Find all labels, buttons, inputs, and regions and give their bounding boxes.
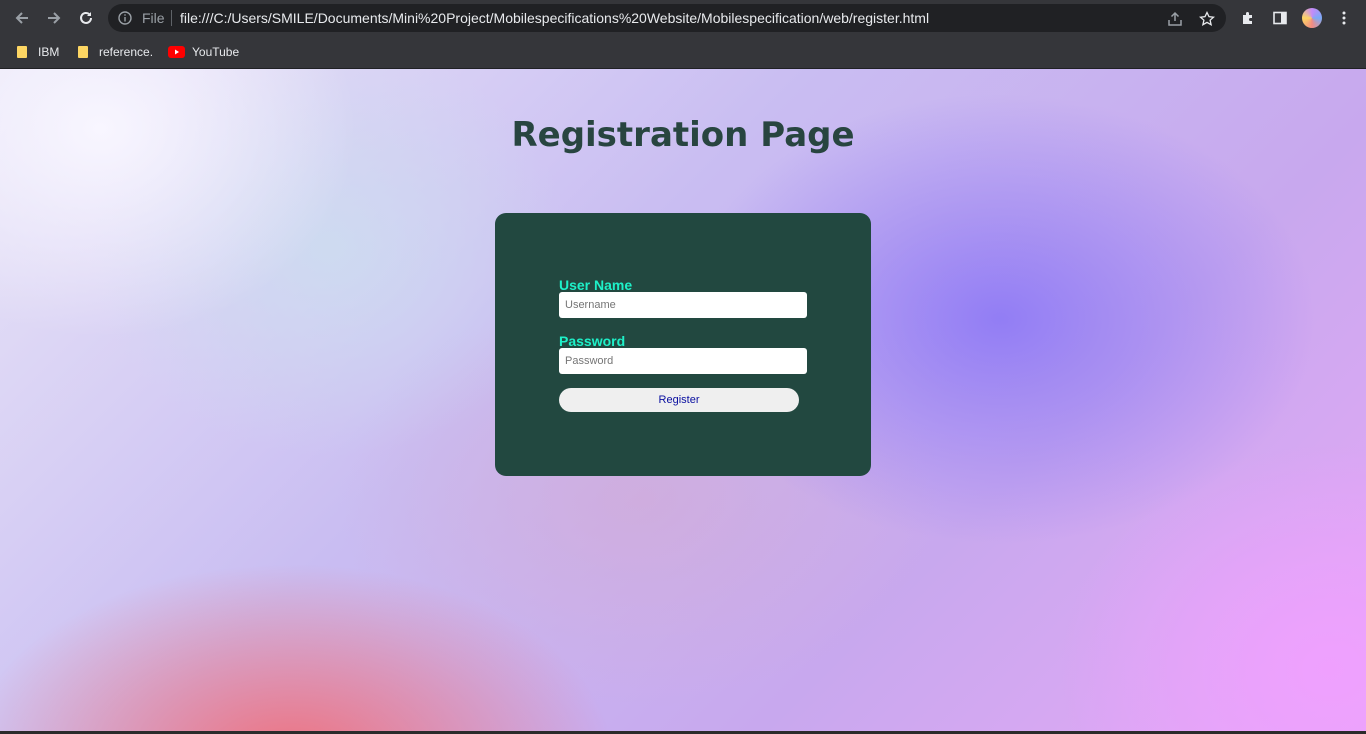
back-button[interactable] (10, 6, 34, 30)
bookmark-reference[interactable]: reference. (77, 42, 153, 62)
url-text[interactable]: file:///C:/Users/SMILE/Documents/Mini%20… (180, 4, 929, 32)
arrow-right-icon (48, 12, 61, 24)
bookmark-label: YouTube (192, 45, 240, 59)
omnibox-separator (171, 10, 172, 26)
browser-toolbar: File file:///C:/Users/SMILE/Documents/Mi… (0, 0, 1366, 36)
password-input[interactable] (559, 348, 807, 374)
page-title: Registration Page (511, 115, 855, 155)
avatar-image (1302, 8, 1322, 28)
bookmark-label: reference. (99, 45, 154, 59)
register-button[interactable]: Register (559, 388, 799, 412)
file-scheme-label[interactable]: File (142, 4, 165, 32)
folder-icon (77, 45, 89, 59)
youtube-icon (168, 46, 185, 58)
info-icon[interactable] (118, 11, 132, 30)
share-icon[interactable] (1166, 10, 1184, 28)
registration-form: User Name Password Register (495, 213, 871, 476)
profile-avatar[interactable] (1302, 8, 1322, 28)
bookmark-label: IBM (38, 45, 60, 59)
extensions-icon[interactable] (1238, 8, 1258, 28)
side-panel-icon[interactable] (1270, 8, 1290, 28)
bookmarks-bar: IBM reference. YouTube (0, 36, 1366, 69)
arrow-left-icon (15, 12, 28, 24)
password-label: Password (559, 333, 626, 349)
menu-kebab-icon[interactable] (1334, 8, 1354, 28)
bookmark-ibm[interactable]: IBM (16, 42, 59, 62)
reload-button[interactable] (74, 6, 98, 30)
bookmark-youtube[interactable]: YouTube (168, 42, 239, 62)
username-input[interactable] (559, 292, 807, 318)
username-label: User Name (559, 277, 633, 293)
bookmark-star-icon[interactable] (1198, 10, 1216, 28)
page-viewport: Registration Page User Name Password Reg… (0, 69, 1366, 731)
reload-icon (80, 11, 92, 24)
forward-button[interactable] (42, 6, 66, 30)
address-bar[interactable]: File file:///C:/Users/SMILE/Documents/Mi… (108, 4, 1226, 32)
folder-icon (16, 45, 28, 59)
